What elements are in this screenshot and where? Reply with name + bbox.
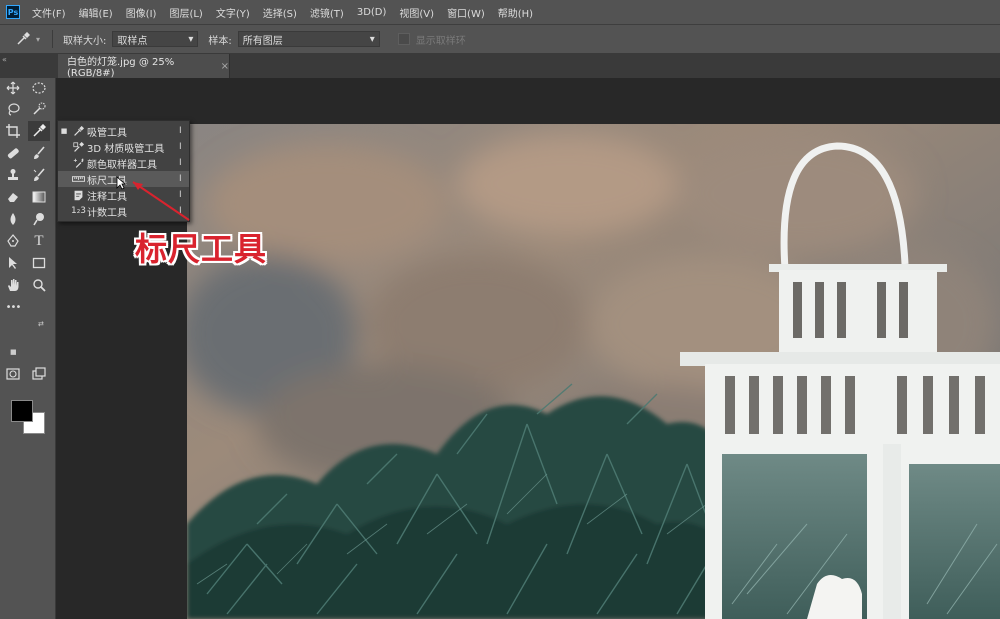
blur-icon[interactable] [2,209,24,229]
eyedropper-icon[interactable] [28,121,50,141]
lasso-icon[interactable] [2,99,24,119]
menu-3d[interactable]: 3D(D) [357,7,387,18]
flyout-item-eyedropper[interactable]: ■ 吸管工具 I [58,123,189,139]
document-tab-bar: « 白色的灯笼.jpg @ 25%(RGB/8#) × [0,54,1000,79]
more-icon[interactable]: ••• [2,297,24,317]
move-icon[interactable] [2,78,24,98]
note-icon [70,190,87,201]
gradient-icon[interactable] [28,187,50,207]
quick-select-icon[interactable] [28,99,50,119]
flyout-item-color-sampler[interactable]: 颜色取样器工具 I [58,155,189,171]
color-sampler-icon [70,157,87,169]
path-select-icon[interactable] [2,253,24,273]
shortcut-key: I [179,142,182,152]
dodge-icon[interactable] [28,209,50,229]
options-divider [52,30,54,48]
zoom-icon[interactable] [28,275,50,295]
flyout-item-label: 3D 材质吸管工具 [87,143,165,155]
tool-preset-chevron-down-icon[interactable]: ▾ [36,35,40,44]
ruler-icon [70,175,87,183]
history-brush-icon[interactable] [28,165,50,185]
crop-icon[interactable] [2,121,24,141]
current-tool-bullet: ■ [60,127,68,135]
shortcut-key: I [179,126,182,136]
menu-select[interactable]: 选择(S) [263,5,297,20]
options-bar: ▾ 取样大小: 取样点 ▾ 样本: 所有图层 ▾ 显示取样环 [0,24,1000,54]
collapse-panel-icon[interactable]: « [2,55,7,64]
default-colors-icon[interactable]: ■ [10,348,17,356]
photoshop-logo-icon: Ps [6,5,20,19]
menu-file[interactable]: 文件(F) [32,5,66,20]
sample-value: 所有图层 [242,35,283,47]
stamp-icon[interactable] [2,165,24,185]
menu-help[interactable]: 帮助(H) [498,5,533,20]
flyout-item-label: 吸管工具 [87,127,127,139]
brush-icon[interactable] [28,143,50,163]
menu-bar: Ps 文件(F) 编辑(E) 图像(I) 图层(L) 文字(Y) 选择(S) 滤… [0,0,1000,24]
menu-view[interactable]: 视图(V) [399,5,434,20]
lantern-photo [187,124,1000,619]
eraser-icon[interactable] [2,187,24,207]
swap-colors-icon[interactable]: ⇄ [38,320,44,328]
quick-mask-icon[interactable] [2,364,24,384]
rectangle-icon[interactable] [28,253,50,273]
chevron-down-icon: ▾ [369,33,375,45]
sample-size-select[interactable]: 取样点 ▾ [112,31,199,47]
menu-type[interactable]: 文字(Y) [216,5,250,20]
sample-select[interactable]: 所有图层 ▾ [237,31,380,47]
eyedropper-icon[interactable] [10,29,36,49]
3d-eyedropper-icon [70,141,87,153]
annotation-arrow-icon [132,181,190,221]
document-tab-title: 白色的灯笼.jpg @ 25%(RGB/8#) [67,57,175,79]
document-tab[interactable]: 白色的灯笼.jpg @ 25%(RGB/8#) × [58,54,230,79]
shortcut-key: I [179,158,182,168]
type-icon[interactable]: T [28,231,50,251]
count-icon: 1₂3 [70,206,87,216]
document-canvas-image[interactable] [187,124,1000,619]
eyedropper-icon [70,125,87,137]
menu-image[interactable]: 图像(I) [126,5,157,20]
hand-icon[interactable] [2,275,24,295]
show-sampling-ring-checkbox[interactable] [397,33,410,45]
menu-window[interactable]: 窗口(W) [447,5,485,20]
foreground-color-swatch[interactable] [11,400,33,422]
sample-size-label: 取样大小: [63,35,107,47]
close-icon[interactable]: × [221,61,229,72]
menu-layer[interactable]: 图层(L) [169,5,202,20]
flyout-item-label: 颜色取样器工具 [87,159,157,171]
show-sampling-ring-label: 显示取样环 [415,35,466,47]
healing-icon[interactable] [2,143,24,163]
flyout-item-3d-eyedropper[interactable]: 3D 材质吸管工具 I [58,139,189,155]
annotation-label: 标尺工具 [135,230,268,268]
sample-label: 样本: [208,35,232,47]
menu-edit[interactable]: 编辑(E) [79,5,113,20]
chevron-down-icon: ▾ [188,33,194,45]
screen-mode-icon[interactable] [28,364,50,384]
tools-panel: T ••• ⇄ ■ [0,78,56,619]
pen-icon[interactable] [2,231,24,251]
sample-size-value: 取样点 [117,35,148,47]
menu-filter[interactable]: 滤镜(T) [310,5,344,20]
marquee-icon[interactable] [28,78,50,98]
